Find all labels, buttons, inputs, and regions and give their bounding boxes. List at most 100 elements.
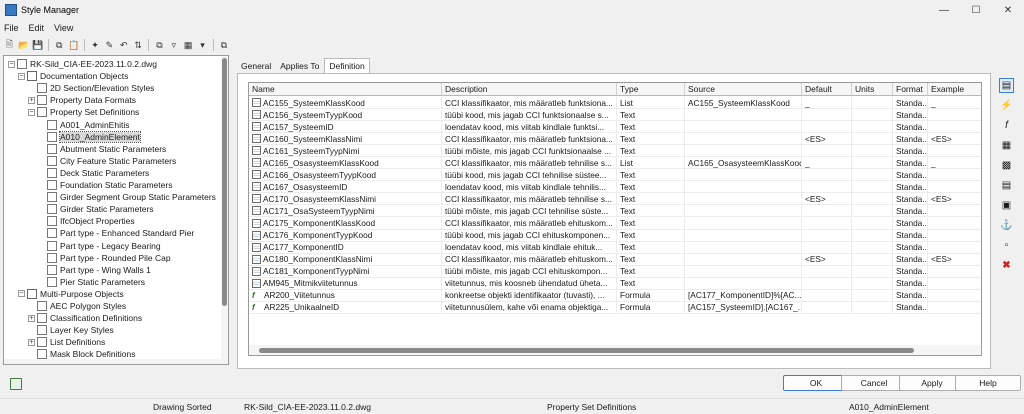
tree-node[interactable]: City Feature Static Parameters bbox=[38, 155, 176, 167]
tree-node[interactable]: Abutment Static Parameters bbox=[38, 143, 166, 155]
cancel-button[interactable]: Cancel bbox=[841, 375, 907, 391]
cell-name[interactable]: AC171_OsaSysteemTyypNimi bbox=[249, 205, 442, 218]
tree-node[interactable]: A010_AdminElement bbox=[38, 130, 141, 143]
cell-name[interactable]: AC170_OsasysteemKlassNimi bbox=[249, 193, 442, 206]
new-drawing-icon[interactable]: 🗎 bbox=[3, 39, 15, 52]
cell-source[interactable] bbox=[685, 277, 802, 290]
save-icon[interactable]: 💾 bbox=[32, 39, 44, 52]
cell-units[interactable] bbox=[852, 121, 893, 134]
cell-default[interactable]: _ bbox=[802, 157, 852, 170]
column-header-format[interactable]: Format bbox=[893, 83, 928, 96]
maximize-icon[interactable]: ☐ bbox=[960, 0, 992, 20]
expand-icon[interactable]: + bbox=[28, 338, 35, 346]
cell-example[interactable] bbox=[928, 302, 981, 314]
cell-default[interactable] bbox=[802, 217, 852, 230]
cell-name[interactable]: AC166_OsasysteemTyypKood bbox=[249, 169, 442, 182]
column-header-type[interactable]: Type bbox=[617, 83, 685, 96]
add-automatic-property-icon[interactable]: ⚡ bbox=[999, 98, 1014, 113]
cell-name[interactable]: AC160_SysteemKlassNimi bbox=[249, 133, 442, 146]
cell-name[interactable]: AC180_KomponentKlassNimi bbox=[249, 253, 442, 266]
tree-node[interactable]: A001_AdminEhitis bbox=[38, 119, 129, 131]
tree-node[interactable]: + Property Data Formats bbox=[28, 94, 136, 106]
menu-file[interactable]: File bbox=[4, 23, 19, 33]
cell-units[interactable] bbox=[852, 277, 893, 290]
cell-source[interactable] bbox=[685, 181, 802, 194]
column-header-source[interactable]: Source bbox=[685, 83, 802, 96]
cell-description[interactable]: konkreetse objekti identifikaator (tuvas… bbox=[442, 289, 617, 302]
scroll-thumb[interactable] bbox=[222, 58, 227, 306]
cell-name[interactable]: AC177_KomponentID bbox=[249, 241, 442, 254]
cell-default[interactable] bbox=[802, 121, 852, 134]
cell-name[interactable]: AC175_KomponentKlassKood bbox=[249, 217, 442, 230]
cell-source[interactable]: AC155_SysteemKlassKood bbox=[685, 97, 802, 109]
delete-property-icon[interactable]: ✖ bbox=[999, 258, 1014, 273]
tree-node[interactable]: AEC Polygon Styles bbox=[28, 300, 126, 312]
cell-example[interactable] bbox=[928, 145, 981, 158]
cell-example[interactable]: <ES> bbox=[928, 133, 981, 146]
style-tree[interactable]: − RK-Sild_CIA-EE-2023.11.0.2.dwg − Document… bbox=[3, 55, 229, 365]
cell-units[interactable] bbox=[852, 217, 893, 230]
cell-format[interactable]: Standa... bbox=[893, 205, 928, 218]
cell-default[interactable] bbox=[802, 301, 852, 314]
cell-type[interactable]: Text bbox=[617, 109, 685, 122]
tree-node[interactable]: IfcObject Properties bbox=[38, 215, 135, 227]
tree-node[interactable]: Girder Segment Group Static Parameters bbox=[38, 191, 216, 203]
cell-type[interactable]: Text bbox=[617, 253, 685, 266]
tab-general[interactable]: General bbox=[237, 59, 275, 73]
toggle-tree-icon[interactable] bbox=[10, 378, 22, 390]
cell-default[interactable] bbox=[802, 241, 852, 254]
cell-example[interactable] bbox=[928, 218, 981, 230]
cell-units[interactable] bbox=[852, 241, 893, 254]
column-header-units[interactable]: Units bbox=[852, 83, 893, 96]
cell-format[interactable]: Standa... bbox=[893, 253, 928, 266]
cell-default[interactable] bbox=[802, 109, 852, 122]
cell-example[interactable]: _ bbox=[928, 97, 981, 109]
set-from-icon[interactable]: ↶ bbox=[118, 39, 130, 52]
tree-node[interactable]: Part type - Legacy Bearing bbox=[38, 240, 161, 252]
cell-name[interactable]: AC155_SysteemKlassKood bbox=[249, 97, 442, 109]
cell-format[interactable]: Standa... bbox=[893, 193, 928, 206]
cell-format[interactable]: Standa... bbox=[893, 277, 928, 290]
cell-example[interactable] bbox=[928, 169, 981, 182]
expand-icon[interactable]: + bbox=[28, 96, 35, 104]
collapse-icon[interactable]: − bbox=[18, 290, 25, 298]
cell-description[interactable]: tüübi kood, mis jagab CCI ehituskomponen… bbox=[442, 229, 617, 242]
cell-source[interactable]: [AC177_KomponentID]%[AC... bbox=[685, 289, 802, 302]
cell-name[interactable]: AC161_SysteemTyypNimi bbox=[249, 145, 442, 158]
minimize-icon[interactable]: — bbox=[928, 0, 960, 20]
tree-node[interactable]: − Multi-Purpose Objects bbox=[18, 288, 124, 300]
cell-source[interactable] bbox=[685, 253, 802, 266]
cell-example[interactable]: <ES> bbox=[928, 193, 981, 206]
cell-default[interactable]: <ES> bbox=[802, 193, 852, 206]
filter-icon[interactable]: ▿ bbox=[168, 39, 180, 52]
cell-units[interactable] bbox=[852, 181, 893, 194]
cell-example[interactable]: <ES> bbox=[928, 254, 981, 266]
tree-node[interactable]: − RK-Sild_CIA-EE-2023.11.0.2.dwg bbox=[8, 58, 157, 70]
add-project-property-icon[interactable]: ▣ bbox=[999, 198, 1014, 213]
cell-type[interactable]: Text bbox=[617, 277, 685, 290]
column-header-default[interactable]: Default bbox=[802, 83, 852, 96]
cell-description[interactable]: tüübi kood, mis jagab CCI tehnilise süst… bbox=[442, 169, 617, 182]
cell-description[interactable]: CCI klassifikaator, mis määratleb ehitus… bbox=[442, 217, 617, 230]
list-view-icon[interactable]: ▦ bbox=[182, 39, 194, 52]
cell-default[interactable]: <ES> bbox=[802, 253, 852, 266]
view-dropdown-icon[interactable]: ▾ bbox=[196, 39, 208, 52]
column-header-description[interactable]: Description bbox=[442, 83, 617, 96]
add-formula-property-icon[interactable]: f bbox=[999, 118, 1014, 133]
tab-applies-to[interactable]: Applies To bbox=[276, 59, 323, 73]
tree-node[interactable]: − Property Set Definitions bbox=[28, 106, 139, 118]
cell-description[interactable]: CCI klassifikaator, mis määratleb tehnil… bbox=[442, 157, 617, 170]
paste-icon[interactable]: 📋 bbox=[67, 39, 79, 52]
cell-source[interactable] bbox=[685, 217, 802, 230]
cell-name[interactable]: AC156_SysteemTyypKood bbox=[249, 109, 442, 122]
cell-description[interactable]: loendatav kood, mis viitab kindlale tehn… bbox=[442, 181, 617, 194]
tree-node[interactable]: Foundation Static Parameters bbox=[38, 179, 172, 191]
cell-type[interactable]: Text bbox=[617, 133, 685, 146]
cell-source[interactable] bbox=[685, 109, 802, 122]
cell-default[interactable]: <ES> bbox=[802, 133, 852, 146]
cell-source[interactable] bbox=[685, 133, 802, 146]
cell-type[interactable]: Text bbox=[617, 205, 685, 218]
add-location-property-icon[interactable]: ▦ bbox=[999, 138, 1014, 153]
cell-type[interactable]: Formula bbox=[617, 289, 685, 302]
cell-type[interactable]: List bbox=[617, 97, 685, 109]
